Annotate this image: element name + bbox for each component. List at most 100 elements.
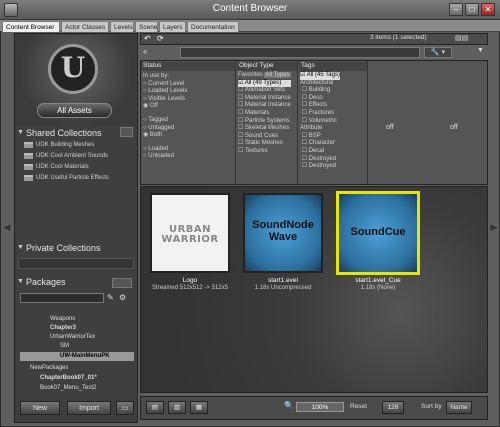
toolbar-icons[interactable]: ▤▤	[455, 34, 468, 42]
window-title: Content Browser	[212, 3, 288, 14]
private-collections-header[interactable]: ▼ Private Collections	[16, 242, 136, 254]
close-icon[interactable]: ✕	[481, 3, 495, 16]
package-item[interactable]: UrbanWarriorTex	[20, 333, 134, 342]
checkbox-tag[interactable]: ☐ Decal	[300, 148, 340, 156]
checkbox-tag[interactable]: ☐ Effects	[300, 102, 340, 110]
package-item[interactable]: NewPackages	[20, 364, 134, 373]
browser-toolbar	[140, 33, 488, 45]
new-button[interactable]: New	[20, 401, 60, 415]
tab-documentation[interactable]: Documentation	[187, 21, 239, 32]
thumbnail-text: SoundCue	[350, 226, 406, 238]
collection-label: UDK Cool Ambient Sounds	[36, 153, 109, 159]
radio-unloaded[interactable]: ○ Unloaded	[143, 153, 187, 161]
sort-select[interactable]: Name	[446, 401, 472, 414]
back-icon[interactable]: ↶	[144, 34, 151, 43]
checkbox-type[interactable]: ☐ Textures	[238, 148, 291, 156]
asset-name: start1.evel_Cue	[355, 277, 401, 284]
shared-collections-title: Shared Collections	[26, 128, 102, 138]
in-use-by-label: In use by:	[143, 73, 170, 79]
search-options-icon[interactable]: 🔧 ▾	[424, 47, 452, 58]
zoom-level[interactable]: 100%	[296, 402, 344, 412]
checkbox-tag[interactable]: ☐ Volumetric	[300, 118, 340, 126]
package-item[interactable]: SM	[20, 342, 134, 351]
asset-name: start1.evel	[268, 277, 298, 284]
checkbox-type[interactable]: ☐ Animation Sets	[238, 87, 291, 95]
search-input[interactable]	[180, 47, 420, 58]
tab-layers[interactable]: Layers	[159, 21, 186, 32]
collection-item[interactable]: UDK Cool Ambient Sounds	[24, 152, 134, 161]
private-collections-title: Private Collections	[26, 243, 101, 253]
shared-collections-header[interactable]: ▼ Shared Collections	[16, 127, 136, 139]
minimize-icon[interactable]: –	[449, 3, 463, 16]
radio-visible-levels[interactable]: ○ Visible Levels	[143, 96, 187, 104]
folder-icon	[24, 164, 33, 170]
checkbox-type[interactable]: ☐ Materials	[238, 110, 291, 118]
import-button[interactable]: Import	[67, 401, 111, 415]
collection-label: UDK Building Meshes	[36, 142, 95, 148]
radio-loaded[interactable]: ○ Loaded	[143, 146, 187, 154]
checkbox-type[interactable]: ☐ Static Meshes	[238, 140, 291, 148]
collection-item[interactable]: UDK Building Meshes	[24, 141, 134, 150]
package-item-selected[interactable]: UW-MainMenuPK	[20, 352, 134, 361]
reset-button[interactable]: Reset	[350, 403, 367, 410]
sort-by-label: Sort by	[421, 403, 442, 410]
checkbox-tag[interactable]: ☐ Destroyed	[300, 163, 340, 171]
package-item[interactable]: Chapter3	[20, 324, 134, 333]
asset-thumbnail[interactable]: URBAN WARRIOR	[150, 193, 230, 273]
folder-button[interactable]: ▭	[116, 401, 134, 415]
asset-thumbnail[interactable]: SoundNode Wave	[243, 193, 323, 273]
zoom-icon[interactable]: 🔍	[284, 401, 294, 410]
checkbox-tag[interactable]: ☐ Character	[300, 140, 340, 148]
packages-view-button[interactable]	[112, 278, 132, 288]
collection-item[interactable]: UDK Cool Materials	[24, 163, 134, 172]
package-item[interactable]: Book07_Menu_Test2	[20, 384, 134, 393]
collection-item[interactable]: UDK Useful Particle Effects	[24, 174, 134, 183]
collapse-left-icon[interactable]: ◀	[2, 220, 12, 234]
radio-both[interactable]: ◉ Both	[143, 132, 187, 140]
view-split-icon[interactable]: ▥	[168, 401, 186, 414]
radio-current-level[interactable]: ○ Current Level	[143, 81, 187, 89]
filter-toggle-icon[interactable]: ▼	[477, 47, 484, 54]
radio-off[interactable]: ◉ Off	[143, 103, 187, 111]
packages-title: Packages	[26, 277, 66, 287]
maximize-icon[interactable]: □	[465, 3, 479, 16]
private-collections-list	[18, 258, 134, 269]
collapse-arrow-icon: ▼	[17, 244, 24, 251]
tab-scene[interactable]: Scene	[135, 21, 158, 32]
checkbox-tag[interactable]: ☐ Building	[300, 87, 340, 95]
refresh-icon[interactable]: ⟳	[157, 34, 164, 43]
object-type-header: Object Type	[237, 62, 297, 71]
filter-icon[interactable]: ⚙	[119, 293, 126, 302]
tab-levels[interactable]: Levels	[110, 21, 134, 32]
all-assets-button[interactable]: All Assets	[37, 103, 112, 118]
asset-info: 1.18s Uncompressed	[254, 285, 312, 291]
thumbnail-text: URBAN WARRIOR	[161, 224, 219, 245]
collections-menu-button[interactable]	[120, 127, 133, 137]
package-item[interactable]: Weapons	[20, 315, 134, 324]
view-list-icon[interactable]: ▤	[146, 401, 164, 414]
favorites-tab[interactable]: Favorites All Types	[238, 72, 291, 80]
asset-thumbnail-selected[interactable]: SoundCue	[336, 191, 420, 275]
asset-info: 1.18s (None)	[360, 285, 396, 291]
radio-tagged[interactable]: ○ Tagged	[143, 117, 187, 125]
collapse-right-icon[interactable]: ▶	[489, 220, 499, 234]
object-type-filters: Favorites All Types ☑ All (49 Types) ☐ A…	[238, 72, 291, 156]
package-item[interactable]: ChapterBook07_01*	[20, 374, 134, 383]
checkbox-type[interactable]: ☐ Material Instance	[238, 102, 291, 110]
folder-icon	[24, 175, 33, 181]
radio-untagged[interactable]: ○ Untagged	[143, 125, 187, 133]
pencil-icon[interactable]: ✎	[107, 293, 114, 302]
collapse-filter-icon[interactable]: «	[143, 47, 147, 56]
thumb-size-select[interactable]: 128	[382, 401, 404, 414]
asset-info: Streamed 512x512 -> 512x5	[152, 285, 228, 291]
checkbox-tag[interactable]: ☐ Destroyed	[300, 156, 340, 164]
tag-group: Attribute	[300, 125, 323, 132]
checkbox-type[interactable]: ☐ Skeletal Meshes	[238, 125, 291, 133]
tab-actor-classes[interactable]: Actor Classes	[61, 21, 109, 32]
checkbox-all-tags[interactable]: ☑ All (45 Tags)	[300, 72, 340, 80]
tab-content-browser[interactable]: Content Browser	[2, 21, 60, 32]
packages-search-input[interactable]	[20, 293, 104, 303]
radio-loaded-levels[interactable]: ○ Loaded Levels	[143, 88, 187, 96]
checkbox-tag[interactable]: ☐ Fractures	[300, 110, 340, 118]
view-grid-icon[interactable]: ▦	[190, 401, 208, 414]
